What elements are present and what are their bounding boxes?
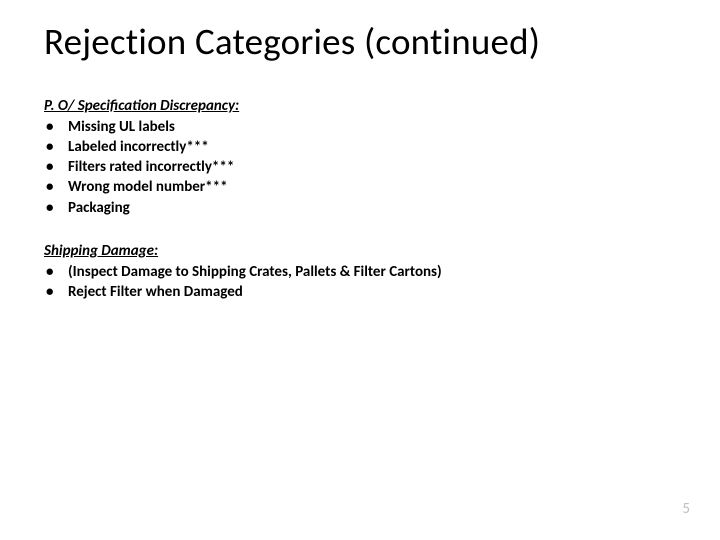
section-heading-shipping: Shipping Damage: <box>44 242 676 260</box>
bullet-list-po: Missing UL labels Labeled incorrectly***… <box>44 117 676 218</box>
page-number: 5 <box>682 500 690 518</box>
page-title: Rejection Categories (continued) <box>44 22 676 63</box>
section-shipping-damage: Shipping Damage: (Inspect Damage to Ship… <box>44 242 676 303</box>
slide: Rejection Categories (continued) P. O/ S… <box>0 0 720 540</box>
list-item: Reject Filter when Damaged <box>44 282 676 302</box>
list-item: Labeled incorrectly*** <box>44 137 676 157</box>
section-po-spec: P. O/ Specification Discrepancy: Missing… <box>44 97 676 218</box>
bullet-list-shipping: (Inspect Damage to Shipping Crates, Pall… <box>44 262 676 303</box>
list-item: Packaging <box>44 198 676 218</box>
list-item: (Inspect Damage to Shipping Crates, Pall… <box>44 262 676 282</box>
list-item: Filters rated incorrectly*** <box>44 157 676 177</box>
list-item: Missing UL labels <box>44 117 676 137</box>
list-item: Wrong model number*** <box>44 177 676 197</box>
section-heading-po: P. O/ Specification Discrepancy: <box>44 97 676 115</box>
